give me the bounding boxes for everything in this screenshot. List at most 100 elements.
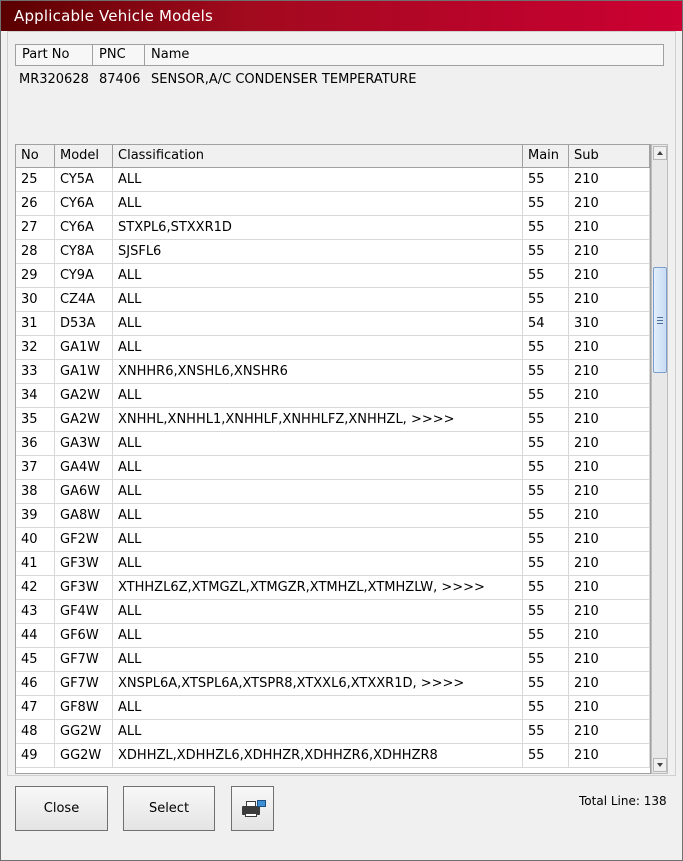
cell-main: 55 [523,480,569,503]
table-row[interactable]: 25 CY5A ALL 55 210 [16,168,650,192]
vehicle-models-grid[interactable]: No Model Classification Main Sub 25 CY5A A… [15,144,651,774]
cell-model: GF8W [55,696,113,719]
cell-no: 34 [16,384,55,407]
cell-sub: 210 [569,432,650,455]
print-button[interactable] [231,786,274,831]
cell-sub: 210 [569,216,650,239]
cell-main: 55 [523,600,569,623]
cell-model: GA3W [55,432,113,455]
cell-classification: ALL [113,648,523,671]
cell-sub: 210 [569,576,650,599]
table-row[interactable]: 29 CY9A ALL 55 210 [16,264,650,288]
table-row[interactable]: 47 GF8W ALL 55 210 [16,696,650,720]
cell-sub: 210 [569,456,650,479]
table-row[interactable]: 26 CY6A ALL 55 210 [16,192,650,216]
cell-classification: ALL [113,168,523,191]
scroll-down-button[interactable] [653,758,667,772]
cell-main: 55 [523,648,569,671]
title-bar[interactable]: Applicable Vehicle Models [1,1,682,31]
cell-main: 55 [523,528,569,551]
cell-sub: 310 [569,312,650,335]
table-row[interactable]: 31 D53A ALL 54 310 [16,312,650,336]
scrollbar-thumb[interactable] [653,267,667,373]
cell-model: GF3W [55,552,113,575]
cell-classification: SJSFL6 [113,240,523,263]
cell-no: 46 [16,672,55,695]
cell-sub: 210 [569,600,650,623]
cell-model: CY6A [55,216,113,239]
cell-sub: 210 [569,528,650,551]
cell-main: 55 [523,432,569,455]
cell-model: GF7W [55,672,113,695]
cell-model: GG2W [55,720,113,743]
cell-classification: ALL [113,264,523,287]
cell-main: 54 [523,312,569,335]
table-row[interactable]: 37 GA4W ALL 55 210 [16,456,650,480]
cell-classification: ALL [113,504,523,527]
table-row[interactable]: 44 GF6W ALL 55 210 [16,624,650,648]
cell-sub: 210 [569,408,650,431]
cell-no: 47 [16,696,55,719]
cell-no: 32 [16,336,55,359]
cell-model: GF6W [55,624,113,647]
column-header-main[interactable]: Main [523,145,569,167]
cell-model: CY5A [55,168,113,191]
table-row[interactable]: 38 GA6W ALL 55 210 [16,480,650,504]
cell-no: 49 [16,744,55,767]
cell-main: 55 [523,624,569,647]
grid-header: No Model Classification Main Sub [16,145,650,168]
table-row[interactable]: 41 GF3W ALL 55 210 [16,552,650,576]
cell-no: 41 [16,552,55,575]
name-header: Name [151,47,190,62]
cell-main: 55 [523,168,569,191]
cell-main: 55 [523,504,569,527]
table-row[interactable]: 39 GA8W ALL 55 210 [16,504,650,528]
part-name-value: SENSOR,A/C CONDENSER TEMPERATURE [151,72,417,87]
cell-main: 55 [523,264,569,287]
column-header-sub[interactable]: Sub [569,145,650,167]
cell-main: 55 [523,552,569,575]
total-line: Total Line: 138 [579,794,667,808]
vertical-scrollbar[interactable] [651,144,668,774]
column-header-no[interactable]: No [16,145,55,167]
table-row[interactable]: 42 GF3W XTHHZL6Z,XTMGZL,XTMGZR,XTMHZL,XTMH… [16,576,650,600]
table-row[interactable]: 34 GA2W ALL 55 210 [16,384,650,408]
column-header-model[interactable]: Model [55,145,113,167]
cell-sub: 210 [569,192,650,215]
chevron-down-icon [657,763,663,767]
cell-model: GA2W [55,408,113,431]
table-row[interactable]: 32 GA1W ALL 55 210 [16,336,650,360]
table-row[interactable]: 49 GG2W XDHHZL,XDHHZL6,XDHHZR,XDHHZR6,XDHH… [16,744,650,768]
cell-classification: STXPL6,STXXR1D [113,216,523,239]
table-row[interactable]: 40 GF2W ALL 55 210 [16,528,650,552]
table-row[interactable]: 30 CZ4A ALL 55 210 [16,288,650,312]
printer-icon [240,799,266,818]
cell-main: 55 [523,576,569,599]
table-row[interactable]: 28 CY8A SJSFL6 55 210 [16,240,650,264]
cell-model: GF2W [55,528,113,551]
table-row[interactable]: 48 GG2W ALL 55 210 [16,720,650,744]
table-row[interactable]: 27 CY6A STXPL6,STXXR1D 55 210 [16,216,650,240]
cell-sub: 210 [569,360,650,383]
cell-model: CY9A [55,264,113,287]
cell-sub: 210 [569,240,650,263]
table-row[interactable]: 35 GA2W XNHHL,XNHHL1,XNHHLF,XNHHLFZ,XNHHZL… [16,408,650,432]
window-title: Applicable Vehicle Models [14,7,214,25]
select-button[interactable]: Select [123,786,215,831]
table-row[interactable]: 33 GA1W XNHHR6,XNSHL6,XNSHR6 55 210 [16,360,650,384]
close-button[interactable]: Close [15,786,108,831]
scroll-up-button[interactable] [653,146,667,160]
column-header-classification[interactable]: Classification [113,145,523,167]
table-row[interactable]: 46 GF7W XNSPL6A,XTSPL6A,XTSPR8,XTXXL6,XTXX… [16,672,650,696]
table-row[interactable]: 43 GF4W ALL 55 210 [16,600,650,624]
cell-no: 44 [16,624,55,647]
applicable-vehicle-models-window: Applicable Vehicle Models Part No PNC Na… [0,0,683,861]
cell-classification: ALL [113,600,523,623]
table-row[interactable]: 45 GF7W ALL 55 210 [16,648,650,672]
cell-sub: 210 [569,672,650,695]
cell-classification: ALL [113,480,523,503]
cell-sub: 210 [569,264,650,287]
table-row[interactable]: 36 GA3W ALL 55 210 [16,432,650,456]
cell-model: GA4W [55,456,113,479]
cell-sub: 210 [569,696,650,719]
